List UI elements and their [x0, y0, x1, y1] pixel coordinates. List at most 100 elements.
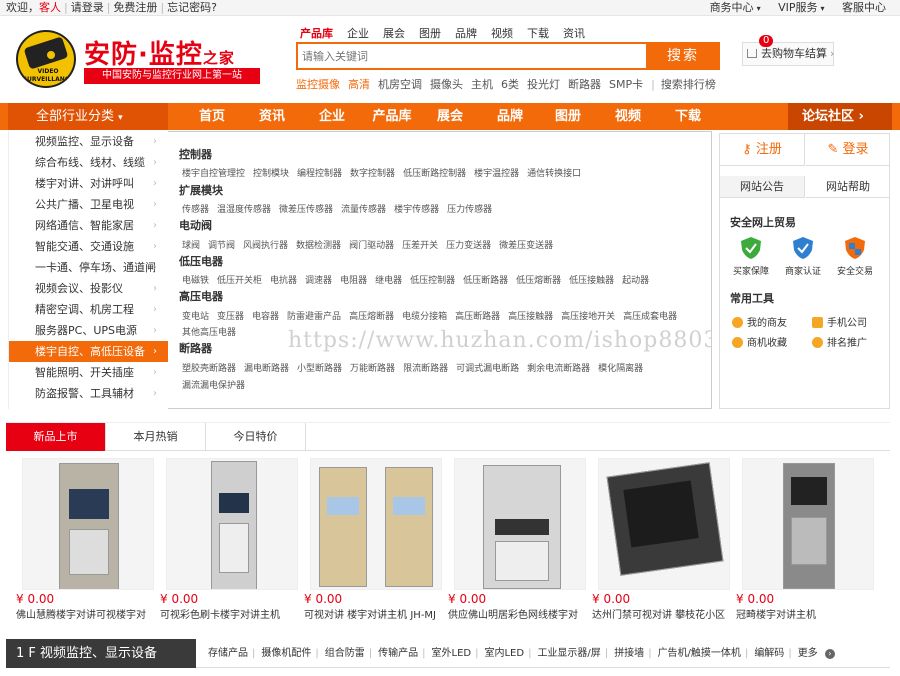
hot-keyword[interactable]: 监控摄像 — [296, 78, 340, 91]
nav-albums[interactable]: 图册 — [542, 103, 594, 130]
product-image[interactable] — [310, 458, 442, 590]
product-image[interactable] — [454, 458, 586, 590]
search-tab-brands[interactable]: 品牌 — [455, 25, 477, 41]
hot-keyword[interactable]: SMP卡 — [609, 78, 643, 91]
search-input[interactable] — [298, 44, 642, 68]
category-item[interactable]: 楼宇对讲、对讲呼叫 › — [9, 173, 169, 194]
product-name[interactable]: 佛山慧腾楼宇对讲可视楼宇对 — [16, 606, 162, 621]
secure-trade-badge[interactable]: 安全交易 — [830, 236, 880, 277]
search-tab-videos[interactable]: 视频 — [491, 25, 513, 41]
hot-keyword[interactable]: 投光灯 — [527, 78, 560, 91]
floor-link[interactable]: 存储产品 — [208, 648, 248, 659]
category-item[interactable]: 服务器PC、UPS电源 › — [9, 320, 169, 341]
tool-ranking-promo[interactable]: 排名推广 — [812, 334, 867, 349]
forum-link[interactable]: 论坛社区 › — [788, 103, 892, 130]
login-link[interactable]: 请登录 — [71, 1, 104, 14]
search-tab-exhibitions[interactable]: 展会 — [383, 25, 405, 41]
hot-keyword[interactable]: 高清 — [348, 78, 370, 91]
tool-favorites[interactable]: 商机收藏 — [732, 334, 787, 349]
product-card[interactable]: ¥ 0.00 可视彩色刷卡楼宇对讲主机 — [158, 458, 306, 621]
search-tab-news[interactable]: 资讯 — [563, 25, 585, 41]
login-button[interactable]: ✎ 登录 — [806, 134, 890, 166]
nav-downloads[interactable]: 下载 — [662, 103, 714, 130]
tab-today-special[interactable]: 今日特价 — [206, 423, 306, 451]
site-logo[interactable]: VIDEO SURVEILLANCE — [16, 30, 76, 88]
register-button[interactable]: ⚷ 注册 — [720, 134, 805, 166]
product-image[interactable] — [22, 458, 154, 590]
product-name[interactable]: 可视彩色刷卡楼宇对讲主机 — [160, 606, 306, 621]
chevron-right-icon[interactable]: › — [824, 649, 835, 659]
product-card[interactable]: ¥ 0.00 冠畸楼宇对讲主机 — [734, 458, 882, 621]
tab-site-help[interactable]: 网站帮助 — [806, 176, 890, 198]
customer-service-link[interactable]: 客服中心 — [842, 1, 886, 14]
nav-news[interactable]: 资讯 — [246, 103, 298, 130]
category-item[interactable]: 防盗报警、工具辅材 › — [9, 383, 169, 404]
floor-link[interactable]: 工业显示器/屏 — [537, 648, 600, 659]
subcategory-group-title: 扩展模块 — [179, 184, 223, 197]
tab-site-notice[interactable]: 网站公告 — [720, 176, 805, 198]
product-image[interactable] — [166, 458, 298, 590]
category-item[interactable]: 精密空调、机房工程 › — [9, 299, 169, 320]
product-name[interactable]: 冠畸楼宇对讲主机 — [736, 606, 882, 621]
category-item[interactable]: 网络通信、智能家居 › — [9, 215, 169, 236]
nav-home[interactable]: 首页 — [186, 103, 238, 130]
product-card[interactable]: ¥ 0.00 达州门禁可视对讲 攀枝花小区 — [590, 458, 738, 621]
search-tab-downloads[interactable]: 下载 — [527, 25, 549, 41]
floor-header: 1 F 视频监控、显示设备 存储产品 | 摄像机配件 | 组合防雷 | 传输产品 | 室外LED… — [6, 639, 890, 668]
brand-name[interactable]: 安防·监控之家 — [84, 34, 235, 71]
category-item[interactable]: 智能交通、交通设施 › — [9, 236, 169, 257]
vip-service-link[interactable]: VIP服务 — [778, 1, 817, 14]
search-button[interactable]: 搜索 — [646, 42, 720, 70]
product-card[interactable]: ¥ 0.00 可视对讲 楼宇对讲主机 JH-MJ — [302, 458, 450, 621]
search-ranking-link[interactable]: 搜索排行榜 — [661, 78, 716, 91]
chevron-down-icon: ▾ — [756, 4, 761, 13]
business-center-link[interactable]: 商务中心 — [710, 1, 754, 14]
buyer-protection-badge[interactable]: 买家保障 — [726, 236, 776, 277]
floor-link[interactable]: 传输产品 — [378, 648, 418, 659]
hot-keyword[interactable]: 6类 — [501, 78, 519, 91]
more-link[interactable]: 更多 — [798, 648, 818, 659]
tool-my-friends[interactable]: 我的商友 — [732, 314, 787, 329]
cart-button[interactable]: 0 去购物车结算 › — [742, 35, 834, 66]
floor-link[interactable]: 编解码 — [754, 648, 784, 659]
floor-link[interactable]: 组合防雷 — [325, 648, 365, 659]
product-card[interactable]: ¥ 0.00 供应佛山明居彩色网线楼宇对 — [446, 458, 594, 621]
floor-link[interactable]: 室内LED — [484, 648, 524, 659]
product-name[interactable]: 达州门禁可视对讲 攀枝花小区 — [592, 606, 738, 621]
tab-new-products[interactable]: 新品上市 — [6, 423, 106, 451]
tool-mobile-company[interactable]: 手机公司 — [812, 314, 867, 329]
tab-hot-this-month[interactable]: 本月热销 — [106, 423, 206, 451]
nav-brands[interactable]: 品牌 — [484, 103, 536, 130]
product-card[interactable]: ¥ 0.00 佛山慧腾楼宇对讲可视楼宇对 — [14, 458, 162, 621]
hot-keyword[interactable]: 主机 — [471, 78, 493, 91]
product-image[interactable] — [742, 458, 874, 590]
category-item[interactable]: 一卡通、停车场、通道闸 › — [9, 257, 169, 278]
hot-keyword[interactable]: 摄像头 — [430, 78, 463, 91]
category-item[interactable]: 智能照明、开关插座 › — [9, 362, 169, 383]
nav-exhibitions[interactable]: 展会 — [424, 103, 476, 130]
product-image[interactable] — [598, 458, 730, 590]
search-tab-companies[interactable]: 企业 — [347, 25, 369, 41]
nav-companies[interactable]: 企业 — [306, 103, 358, 130]
search-tab-albums[interactable]: 图册 — [419, 25, 441, 41]
category-item-active[interactable]: 楼宇自控、高低压设备 › — [9, 341, 169, 362]
forgot-password-link[interactable]: 忘记密码? — [167, 1, 217, 14]
nav-products[interactable]: 产品库 — [362, 103, 422, 130]
register-link[interactable]: 免费注册 — [113, 1, 157, 14]
merchant-verified-badge[interactable]: 商家认证 — [778, 236, 828, 277]
category-item[interactable]: 公共广播、卫星电视 › — [9, 194, 169, 215]
nav-videos[interactable]: 视频 — [602, 103, 654, 130]
search-tab-products[interactable]: 产品库 — [300, 25, 333, 41]
product-name[interactable]: 可视对讲 楼宇对讲主机 JH-MJ — [304, 606, 450, 621]
floor-link[interactable]: 室外LED — [432, 648, 472, 659]
floor-link[interactable]: 摄像机配件 — [261, 648, 311, 659]
hot-keyword[interactable]: 断路器 — [568, 78, 601, 91]
product-name[interactable]: 供应佛山明居彩色网线楼宇对 — [448, 606, 594, 621]
floor-link[interactable]: 广告机/触摸一体机 — [658, 648, 741, 659]
category-item[interactable]: 视频会议、投影仪 › — [9, 278, 169, 299]
category-item[interactable]: 综合布线、线材、线缆 › — [9, 152, 169, 173]
floor-link[interactable]: 拼接墙 — [614, 648, 644, 659]
category-item[interactable]: 视频监控、显示设备 › — [9, 131, 169, 152]
all-categories-button[interactable]: 全部行业分类 ▾ — [8, 103, 168, 130]
hot-keyword[interactable]: 机房空调 — [378, 78, 422, 91]
